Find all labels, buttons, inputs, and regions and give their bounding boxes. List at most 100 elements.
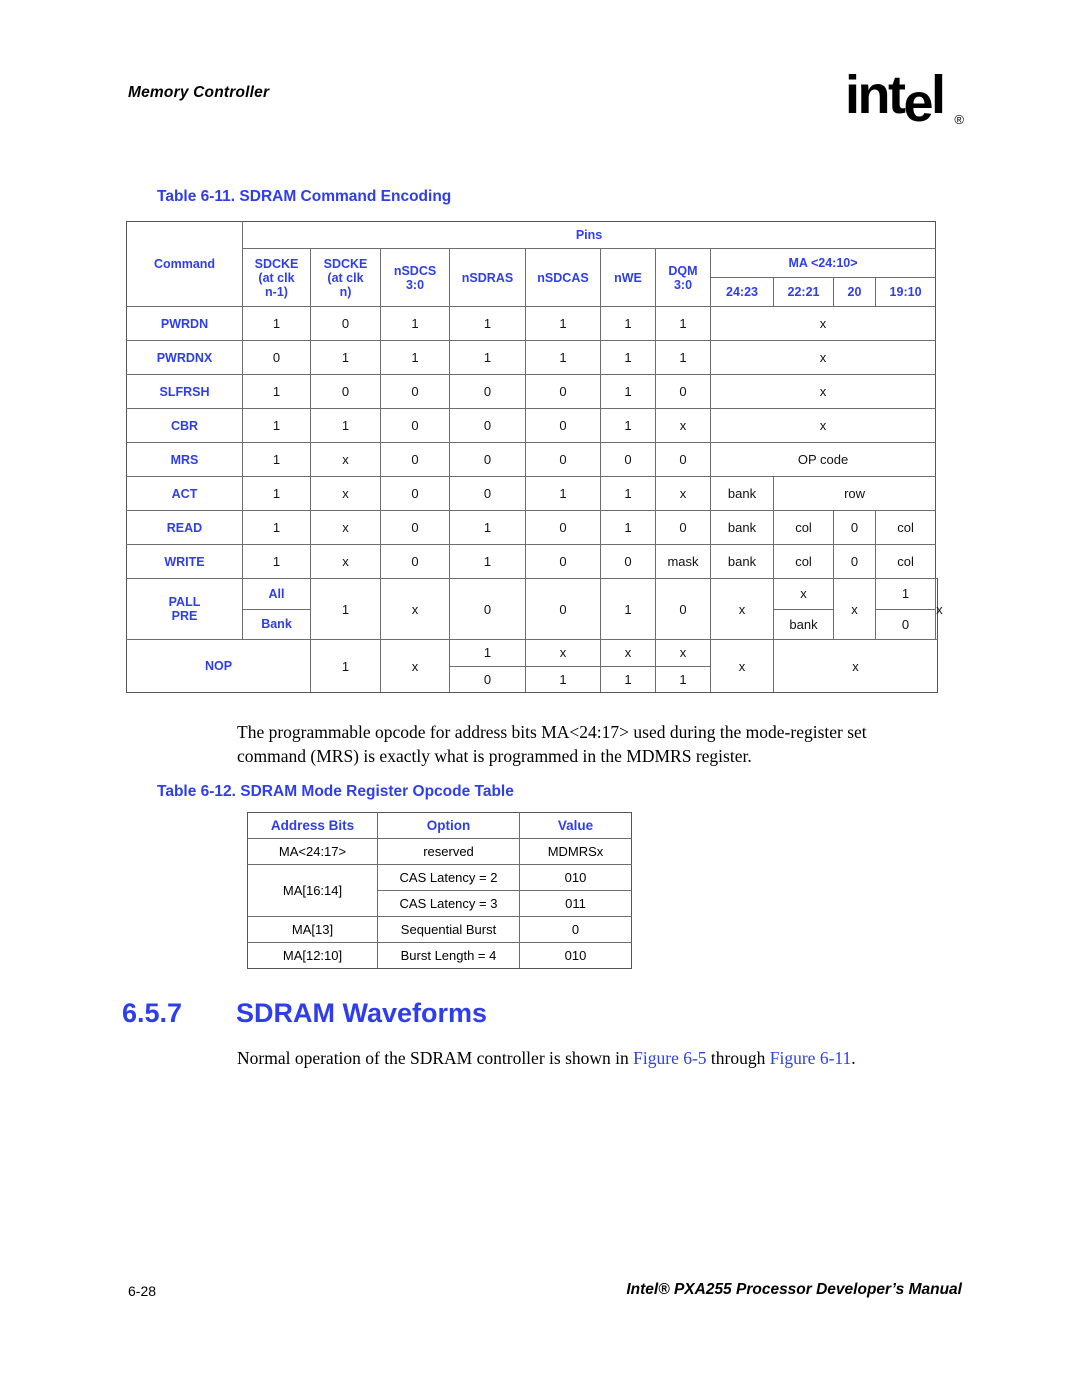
row-command: SLFRSH	[126, 374, 243, 409]
cell-nsdras: 1	[449, 544, 526, 579]
cell-nwe: 1	[600, 306, 656, 341]
cell-nsdcs: 0	[380, 374, 450, 409]
cell-ma: x	[773, 639, 938, 693]
cell-nwe: 0	[600, 442, 656, 477]
cell-nsdras-split: x 1	[525, 639, 601, 693]
figure-reference-6-11[interactable]: Figure 6-11	[770, 1048, 852, 1068]
cell-value: 010	[519, 864, 632, 891]
header-ma-22-21: 22:21	[773, 277, 834, 307]
running-head: Memory Controller	[128, 84, 270, 101]
cell-option: reserved	[377, 838, 520, 865]
header-ma-19-10: 19:10	[874, 277, 937, 307]
cell-sdcke-n: 0	[310, 306, 381, 341]
header-ma-20: 20	[833, 277, 876, 307]
cell-ma-20: 0	[833, 544, 876, 579]
cell-nsdcs: 1	[380, 306, 450, 341]
header-nwe: nWE	[600, 248, 656, 307]
cell-ma-22-21: x	[833, 578, 876, 640]
table-row: MA[16:14] CAS Latency = 2 010	[247, 864, 632, 917]
figure-reference-6-5[interactable]: Figure 6-5	[633, 1048, 706, 1068]
cell-ma-20: 0	[833, 510, 876, 545]
waveforms-text-suffix: .	[851, 1048, 856, 1068]
cell-nsdcas: 0	[525, 408, 601, 443]
table-row: MA[13] Sequential Burst 0	[247, 916, 632, 943]
footer-page-number: 6-28	[128, 1283, 157, 1299]
header-sdcke-n-minus-1: SDCKE (at clk n-1)	[242, 248, 311, 307]
cell-nwe: 1	[600, 476, 656, 511]
cell-sdcke-n1: 1	[242, 510, 311, 545]
header-value: Value	[519, 812, 632, 839]
cell-value: 0	[519, 916, 632, 943]
cell-sdcke-n1: 1	[242, 408, 311, 443]
cell-ma-22-21: col	[773, 510, 834, 545]
cell-nsdcas-top: x	[601, 640, 655, 667]
cell-nsdras: 0	[449, 374, 526, 409]
cell-ma-24-23: bank	[710, 476, 774, 511]
cell-nsdras: 0	[449, 408, 526, 443]
cell-nwe: 1	[600, 408, 656, 443]
waveforms-text-prefix: Normal operation of the SDRAM controller…	[237, 1048, 634, 1068]
cell-address-bits: MA[12:10]	[247, 942, 378, 969]
cell-ma-24-23: bank	[710, 544, 774, 579]
table-row: MA<24:17> reserved MDMRSx	[247, 838, 632, 865]
table-row: MA[12:10] Burst Length = 4 010	[247, 942, 632, 969]
cell-nwe: 0	[600, 544, 656, 579]
cell-sdcke-n: 1	[310, 408, 381, 443]
table-row: Address Bits Option Value	[247, 812, 632, 839]
cell-nsdcs-bottom: 0	[483, 671, 492, 687]
table-row: PWRDN 1 0 1 1 1 1 1 x	[126, 306, 938, 341]
cell-sdcke-n1: 1	[242, 476, 311, 511]
row-command-pall-pre: PALL PRE	[126, 578, 243, 640]
cell-sdcke-n: x	[310, 476, 381, 511]
table-row: Command Pins	[126, 221, 938, 307]
cell-dqm: x	[655, 476, 711, 511]
cell-nwe: 1	[600, 340, 656, 375]
cell-nsdras-bottom: 1	[559, 671, 567, 687]
row-command: CBR	[126, 408, 243, 443]
cell-nwe-bottom: 1	[679, 671, 687, 687]
cell-sdcke-n1: 0	[242, 340, 311, 375]
cell-ma: OP code	[709, 442, 937, 477]
cell-option: CAS Latency = 3	[377, 890, 520, 917]
cell-value: 011	[519, 890, 632, 917]
cell-sdcke-n1: 1	[242, 374, 311, 409]
cell-option: Burst Length = 4	[377, 942, 520, 969]
waveforms-text-middle: through	[706, 1048, 770, 1068]
table-612-head: Address Bits Option Value	[247, 812, 632, 839]
cell-ma-24-23-bank: bank	[789, 616, 818, 632]
intel-wordmark: intel	[845, 65, 946, 133]
cell-ma-20-split: 1 0	[874, 578, 937, 640]
table-row: ACT 1 x 0 0 1 1 x bank row	[126, 476, 938, 511]
table-row: WRITE 1 x 0 1 0 0 mask bank col 0 col	[126, 544, 938, 579]
cell-nwe: 1	[600, 510, 656, 545]
header-nsdcas: nSDCAS	[525, 248, 601, 307]
page-title: SDRAM Waveforms	[236, 998, 488, 1028]
registered-trademark-icon: ®	[954, 112, 964, 127]
cell-dqm: 1	[655, 306, 711, 341]
cell-dqm: mask	[655, 544, 711, 579]
section-number: 6.5.7	[122, 998, 183, 1028]
cell-ma-24-23-split: x bank	[773, 578, 834, 640]
cell-nsdras: 1	[449, 510, 526, 545]
footer-manual-title: Intel® PXA255 Processor Developer’s Manu…	[626, 1281, 962, 1298]
table-612-body: MA<24:17> reserved MDMRSx MA[16:14] CAS …	[247, 838, 632, 969]
header-ma-group: MA <24:10>	[709, 248, 937, 278]
header-option: Option	[377, 812, 520, 839]
table-611-caption: Table 6-11. SDRAM Command Encoding	[157, 188, 452, 205]
row-command: MRS	[126, 442, 243, 477]
cell-nsdcs-top: 1	[450, 640, 525, 667]
table-row: PWRDNX 0 1 1 1 1 1 1 x	[126, 340, 938, 375]
cell-sdcke-n1: 1	[242, 442, 311, 477]
cell-nsdras-top: x	[526, 640, 600, 667]
header-nsdras: nSDRAS	[449, 248, 526, 307]
cell-ma-20-all: 1	[876, 579, 936, 610]
cell-ma-19-10: col	[874, 544, 937, 579]
cell-sdcke-n1: 1	[242, 306, 311, 341]
cell-ma-24-23: bank	[710, 510, 774, 545]
cell-nsdcs-split: 1 0	[449, 639, 526, 693]
cell-sdcke-n: 1	[310, 340, 381, 375]
cell-nsdcs: 0	[380, 476, 450, 511]
cell-sdcke-n: x	[310, 442, 381, 477]
cell-dqm: x	[655, 408, 711, 443]
table-611-body: PWRDN 1 0 1 1 1 1 1 x PWRDNX 0 1 1 1 1 1…	[126, 306, 943, 693]
